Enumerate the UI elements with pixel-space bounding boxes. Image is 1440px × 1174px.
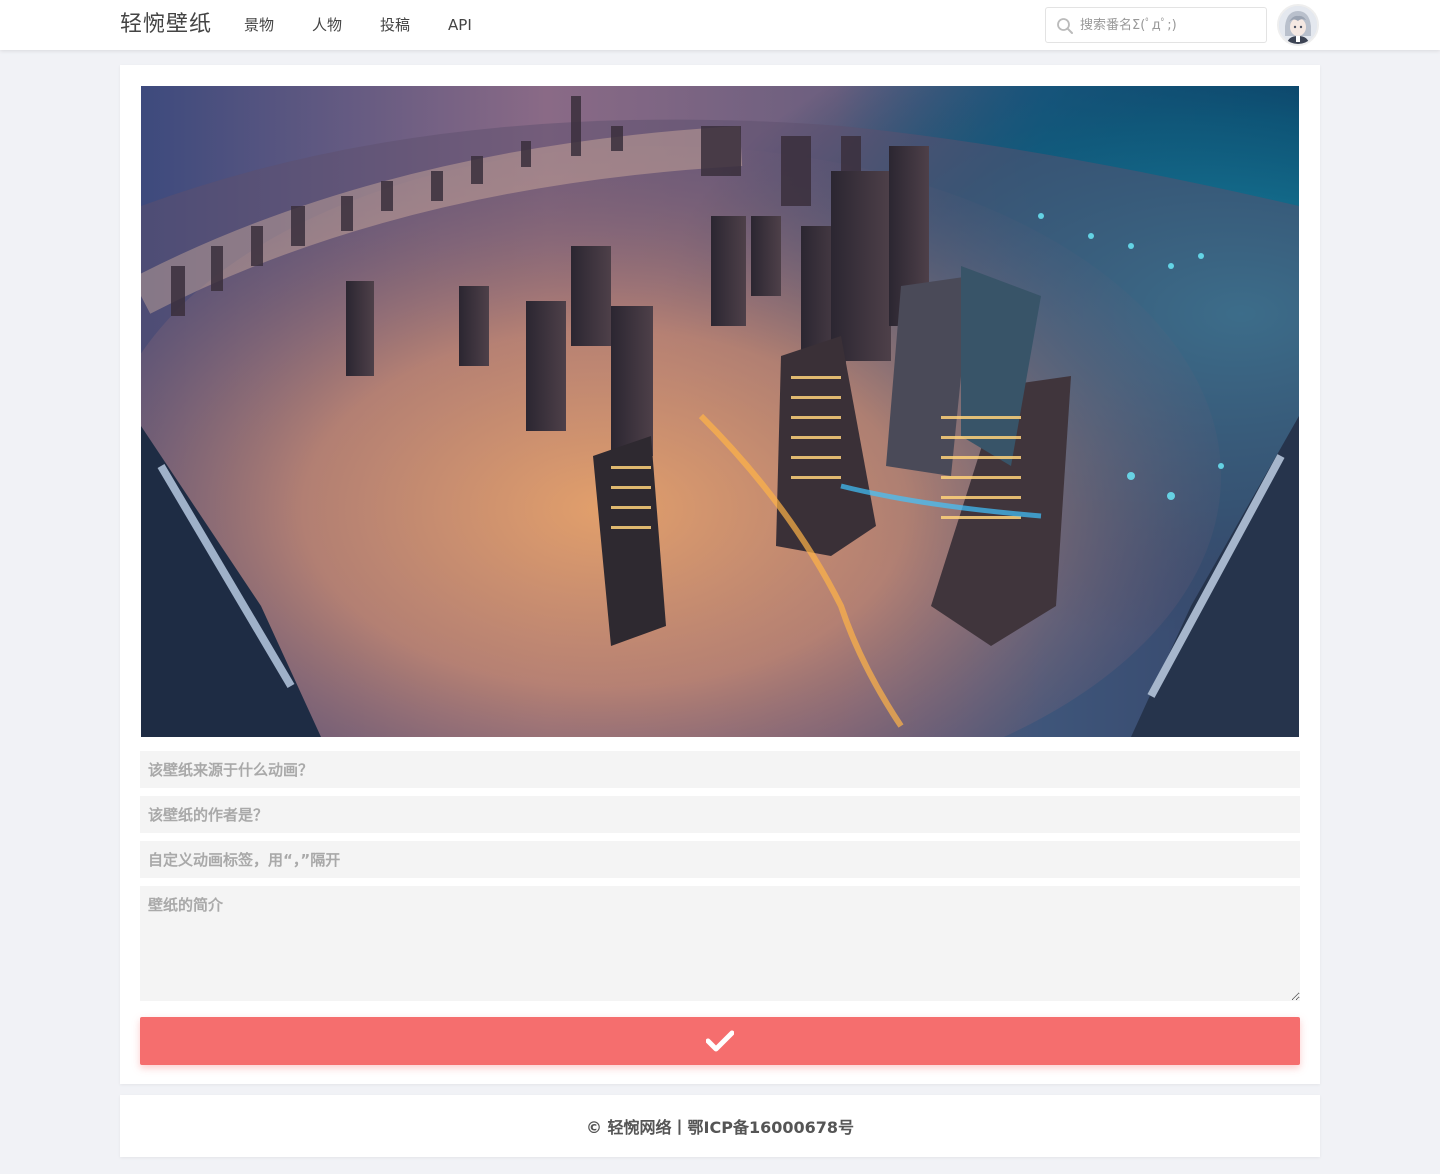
nav-item-characters[interactable]: 人物 — [312, 0, 342, 50]
top-navigation-inner: 轻惋壁纸 景物 人物 投稿 API — [120, 0, 1320, 50]
search-input[interactable] — [1080, 8, 1262, 42]
wallpaper-preview-image — [141, 86, 1299, 737]
nav-item-api[interactable]: API — [448, 0, 472, 50]
anime-source-input[interactable] — [140, 751, 1300, 788]
author-input[interactable] — [140, 796, 1300, 833]
submit-button[interactable] — [140, 1017, 1300, 1065]
main-nav: 景物 人物 投稿 API — [244, 0, 510, 50]
description-textarea[interactable] — [140, 886, 1300, 1001]
footer-copyright: © 轻惋网络丨鄂ICP备16000678号 — [585, 1118, 855, 1137]
nav-item-submit[interactable]: 投稿 — [380, 0, 410, 50]
upload-card — [120, 65, 1320, 1084]
avatar-icon — [1279, 6, 1317, 44]
search-icon — [1057, 18, 1073, 34]
search-box — [1045, 7, 1267, 43]
footer: © 轻惋网络丨鄂ICP备16000678号 — [120, 1095, 1320, 1157]
top-navigation-bar: 轻惋壁纸 景物 人物 投稿 API — [0, 0, 1440, 50]
checkmark-icon — [706, 1030, 734, 1052]
user-avatar[interactable] — [1277, 4, 1319, 46]
site-logo[interactable]: 轻惋壁纸 — [120, 10, 212, 40]
tags-input[interactable] — [140, 841, 1300, 878]
nav-item-scenery[interactable]: 景物 — [244, 0, 274, 50]
